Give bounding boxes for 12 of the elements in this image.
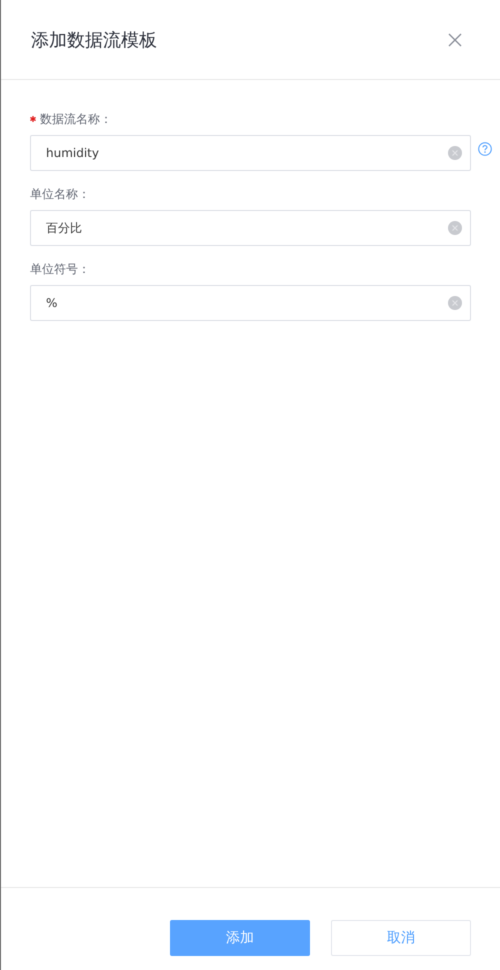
- field-label: 单位名称：: [30, 186, 90, 202]
- field-label: 单位符号：: [30, 260, 90, 278]
- text-field[interactable]: 百分比: [30, 210, 471, 246]
- close-icon[interactable]: [448, 32, 462, 46]
- clear-icon[interactable]: [448, 296, 462, 310]
- text-field[interactable]: humidity: [30, 135, 471, 171]
- text-field[interactable]: %: [30, 285, 471, 321]
- field-label: 数据流名称：: [40, 110, 112, 128]
- dialog-title: 添加数据流模板: [31, 28, 157, 52]
- clear-icon[interactable]: [448, 221, 462, 235]
- help-icon[interactable]: [478, 142, 492, 156]
- clear-icon[interactable]: [448, 146, 462, 160]
